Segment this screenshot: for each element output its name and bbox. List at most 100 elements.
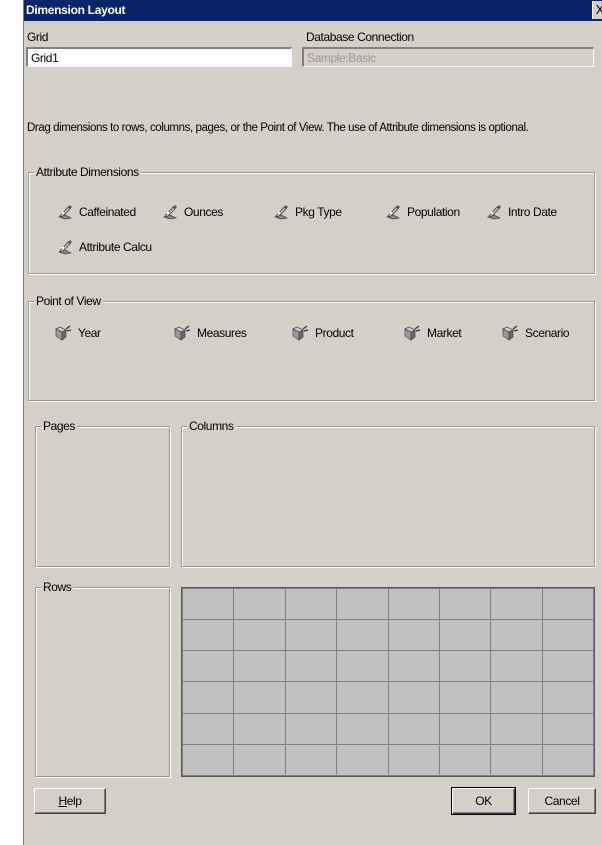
attribute-dimension-item[interactable]: Population	[385, 204, 460, 220]
dimension-icon	[174, 325, 191, 341]
grid-preview	[181, 587, 595, 777]
pov-dimension-item[interactable]: Measures	[173, 325, 247, 341]
grid-preview-cell	[233, 619, 286, 652]
attribute-dimension-item[interactable]: Intro Date	[486, 204, 557, 220]
attribute-dimension-item[interactable]: Caffeinated	[57, 204, 136, 220]
pov-dimension-label: Measures	[197, 326, 247, 340]
grid-preview-cell	[387, 712, 440, 745]
dimension-icon	[55, 325, 72, 341]
pov-dimension-label: Year	[78, 326, 101, 340]
help-mnemonic: H	[58, 794, 67, 808]
grid-preview-cell	[490, 587, 543, 621]
attribute-dimension-icon	[486, 205, 502, 220]
pov-dimension-item[interactable]: Market	[403, 325, 462, 341]
attribute-dimension-label: Attribute Calcu	[79, 240, 152, 254]
dimension-layout-dialog: Dimension Layout X Grid Database Connect…	[23, 0, 602, 845]
close-button[interactable]: X	[592, 1, 602, 19]
instructions-text: Drag dimensions to rows, columns, pages,…	[27, 122, 529, 134]
pov-dimension-label: Product	[315, 326, 354, 340]
grid-preview-cell	[387, 587, 440, 621]
grid-preview-cell	[233, 681, 286, 714]
grid-preview-cell	[387, 619, 440, 652]
grid-preview-cell	[490, 712, 543, 745]
grid-preview-cell	[181, 712, 235, 745]
cancel-button[interactable]: Cancel	[528, 788, 596, 814]
attribute-dimension-item[interactable]: Ounces	[162, 204, 223, 220]
grid-preview-cell	[541, 619, 595, 652]
pov-dimension-item[interactable]: Year	[54, 325, 101, 341]
pages-drop-area[interactable]: Pages	[35, 419, 170, 567]
attribute-dimensions-group: Attribute Dimensions Caffeinated Ounces Pk…	[28, 165, 595, 274]
title-bar[interactable]: Dimension Layout X	[24, 0, 602, 21]
grid-preview-cell	[490, 681, 543, 714]
attribute-dimension-label: Population	[407, 205, 460, 219]
grid-preview-cell	[284, 743, 338, 777]
pov-dimension-item[interactable]: Product	[291, 325, 354, 341]
point-of-view-legend: Point of View	[34, 294, 103, 308]
rows-legend: Rows	[41, 580, 74, 594]
grid-preview-cell	[541, 743, 595, 777]
attribute-dimensions-legend: Attribute Dimensions	[34, 165, 141, 179]
pov-dimension-label: Scenario	[525, 326, 570, 340]
grid-name-input[interactable]	[26, 47, 292, 67]
grid-preview-cell	[438, 619, 492, 652]
dimension-icon	[292, 325, 309, 341]
help-label-rest: elp	[66, 794, 82, 808]
attribute-dimension-label: Pkg Type	[295, 205, 342, 219]
grid-preview-cell	[336, 619, 389, 652]
grid-preview-cell	[233, 650, 286, 683]
grid-preview-cell	[387, 743, 440, 777]
grid-preview-cell	[490, 619, 543, 652]
grid-preview-cell	[336, 712, 389, 745]
grid-preview-cell	[284, 650, 338, 683]
ok-button[interactable]: OK	[451, 787, 516, 815]
grid-preview-cell	[284, 681, 338, 714]
grid-preview-cell	[490, 743, 543, 777]
grid-preview-cell	[181, 681, 235, 714]
help-button[interactable]: Help	[34, 788, 106, 814]
grid-preview-cell	[438, 650, 492, 683]
attribute-dimension-icon	[385, 205, 401, 220]
grid-preview-cell	[387, 650, 440, 683]
grid-preview-cell	[438, 712, 492, 745]
grid-preview-cell	[336, 681, 389, 714]
pov-dimension-label: Market	[427, 326, 462, 340]
grid-preview-cell	[181, 743, 235, 777]
grid-preview-cell	[387, 681, 440, 714]
grid-preview-row	[181, 712, 595, 745]
grid-preview-cell	[336, 587, 389, 621]
attribute-dimension-icon	[162, 205, 178, 220]
attribute-dimension-label: Caffeinated	[79, 205, 136, 219]
attribute-dimension-item[interactable]: Pkg Type	[273, 204, 342, 220]
grid-preview-cell	[233, 587, 286, 621]
grid-preview-cell	[336, 743, 389, 777]
grid-preview-cell	[490, 650, 543, 683]
dimension-icon	[404, 325, 421, 341]
attribute-dimension-label: Ounces	[184, 205, 223, 219]
grid-preview-row	[181, 650, 595, 683]
window-title: Dimension Layout	[26, 3, 126, 17]
grid-preview-cell	[233, 712, 286, 745]
pages-legend: Pages	[41, 419, 78, 433]
grid-preview-cell	[284, 587, 338, 621]
pov-dimension-item[interactable]: Scenario	[501, 325, 570, 341]
grid-preview-cell	[284, 619, 338, 652]
grid-preview-cell	[541, 587, 595, 621]
columns-legend: Columns	[187, 419, 236, 433]
columns-drop-area[interactable]: Columns	[181, 419, 595, 567]
grid-preview-cell	[181, 587, 235, 621]
database-connection-label: Database Connection	[306, 30, 414, 44]
dimension-icon	[502, 325, 519, 341]
grid-preview-cell	[541, 650, 595, 683]
grid-preview-cell	[181, 619, 235, 652]
attribute-dimension-label: Intro Date	[508, 205, 557, 219]
grid-preview-row	[181, 587, 595, 621]
grid-label: Grid	[27, 30, 49, 44]
attribute-dimension-item[interactable]: Attribute Calcu	[57, 239, 152, 255]
database-connection-input	[302, 47, 594, 67]
grid-preview-cell	[233, 743, 286, 777]
point-of-view-group: Point of View Year Measures Product Market S…	[28, 294, 595, 401]
attribute-dimension-icon	[273, 205, 289, 220]
grid-preview-cell	[438, 743, 492, 777]
rows-drop-area[interactable]: Rows	[35, 580, 170, 777]
